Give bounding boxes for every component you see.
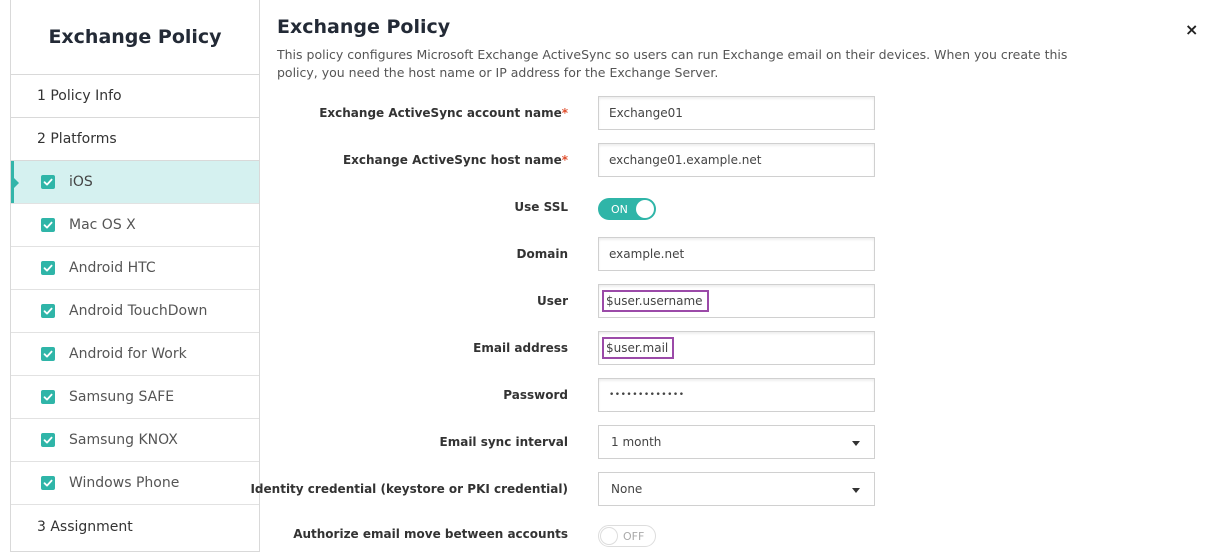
sync-interval-select[interactable]: 1 month: [598, 425, 875, 459]
platform-label: Mac OS X: [69, 217, 136, 233]
wizard-sidebar: Exchange Policy 1 Policy Info 2 Platform…: [10, 0, 260, 552]
checkbox-checked-icon[interactable]: [41, 218, 55, 232]
row-use-ssl: Use SSL ON: [260, 196, 1216, 232]
step-platforms[interactable]: 2 Platforms: [11, 118, 259, 161]
email-value: $user.mail: [602, 337, 675, 359]
domain-value: example.net: [609, 247, 685, 261]
checkbox-checked-icon[interactable]: [41, 261, 55, 275]
host-name-input[interactable]: exchange01.example.net: [598, 143, 875, 177]
authorize-move-state: OFF: [623, 529, 645, 543]
close-icon[interactable]: ×: [1185, 20, 1198, 39]
identity-credential-select[interactable]: None: [598, 472, 875, 506]
platform-label: Android HTC: [69, 260, 156, 276]
checkbox-checked-icon[interactable]: [41, 347, 55, 361]
password-value: •••••••••••••: [609, 390, 685, 400]
domain-label: Domain: [516, 247, 568, 261]
row-host-name: Exchange ActiveSync host name* exchange0…: [260, 143, 1216, 179]
platform-item[interactable]: Mac OS X: [11, 204, 259, 247]
platform-item[interactable]: iOS: [11, 161, 259, 204]
row-identity-credential: Identity credential (keystore or PKI cre…: [250, 472, 1216, 508]
email-label: Email address: [473, 341, 568, 355]
toggle-knob: [636, 200, 654, 218]
platform-label: Samsung KNOX: [69, 432, 178, 448]
platform-list: iOS Mac OS X Android HTC Android TouchDown A…: [11, 161, 259, 505]
platform-label: Windows Phone: [69, 475, 180, 491]
password-input[interactable]: •••••••••••••: [598, 378, 875, 412]
page-title: Exchange Policy: [277, 16, 451, 38]
user-input[interactable]: $user.username: [598, 284, 875, 318]
step-policy-info[interactable]: 1 Policy Info: [11, 75, 259, 118]
platform-label: iOS: [69, 174, 93, 190]
use-ssl-state: ON: [611, 202, 628, 216]
host-name-label: Exchange ActiveSync host name*: [342, 153, 568, 167]
checkbox-checked-icon[interactable]: [41, 304, 55, 318]
platform-item[interactable]: Android TouchDown: [11, 290, 259, 333]
use-ssl-label: Use SSL: [514, 200, 568, 214]
platform-label: Android for Work: [69, 346, 187, 362]
authorize-move-label: Authorize email move between accounts: [293, 527, 568, 541]
row-domain: Domain example.net: [260, 237, 1216, 273]
required-marker: *: [561, 153, 568, 167]
row-password: Password •••••••••••••: [260, 378, 1216, 414]
account-name-value: Exchange01: [609, 106, 683, 120]
identity-credential-label: Identity credential (keystore or PKI cre…: [250, 482, 568, 496]
sidebar-title: Exchange Policy: [11, 0, 259, 75]
account-name-label: Exchange ActiveSync account name*: [319, 106, 568, 120]
platform-item[interactable]: Samsung SAFE: [11, 376, 259, 419]
user-value: $user.username: [602, 290, 709, 312]
row-email: Email address $user.mail: [260, 331, 1216, 367]
authorize-move-toggle[interactable]: OFF: [598, 525, 656, 547]
platform-label: Samsung SAFE: [69, 389, 175, 405]
platform-item[interactable]: Samsung KNOX: [11, 419, 259, 462]
platform-item[interactable]: Windows Phone: [11, 462, 259, 505]
row-account-name: Exchange ActiveSync account name* Exchan…: [260, 96, 1216, 132]
identity-credential-value: None: [611, 482, 643, 496]
email-input[interactable]: $user.mail: [598, 331, 875, 365]
sync-interval-label: Email sync interval: [439, 435, 568, 449]
caret-down-icon: [852, 488, 860, 493]
account-name-input[interactable]: Exchange01: [598, 96, 875, 130]
toggle-knob: [600, 527, 618, 545]
checkbox-checked-icon[interactable]: [41, 390, 55, 404]
page-description: This policy configures Microsoft Exchang…: [277, 47, 1068, 80]
user-label: User: [537, 294, 568, 308]
platform-item[interactable]: Android for Work: [11, 333, 259, 376]
checkbox-checked-icon[interactable]: [41, 433, 55, 447]
checkbox-checked-icon[interactable]: [41, 476, 55, 490]
domain-input[interactable]: example.net: [598, 237, 875, 271]
row-authorize-move: Authorize email move between accounts OF…: [260, 523, 1216, 552]
step-assignment[interactable]: 3 Assignment: [11, 505, 259, 548]
sync-interval-value: 1 month: [611, 435, 662, 449]
password-label: Password: [503, 388, 568, 402]
platform-item[interactable]: Android HTC: [11, 247, 259, 290]
row-user: User $user.username: [260, 284, 1216, 320]
row-sync-interval: Email sync interval 1 month: [260, 425, 1216, 461]
use-ssl-toggle[interactable]: ON: [598, 198, 656, 220]
required-marker: *: [561, 106, 568, 120]
checkbox-checked-icon[interactable]: [41, 175, 55, 189]
platform-label: Android TouchDown: [69, 303, 208, 319]
host-name-value: exchange01.example.net: [609, 153, 762, 167]
caret-down-icon: [852, 441, 860, 446]
